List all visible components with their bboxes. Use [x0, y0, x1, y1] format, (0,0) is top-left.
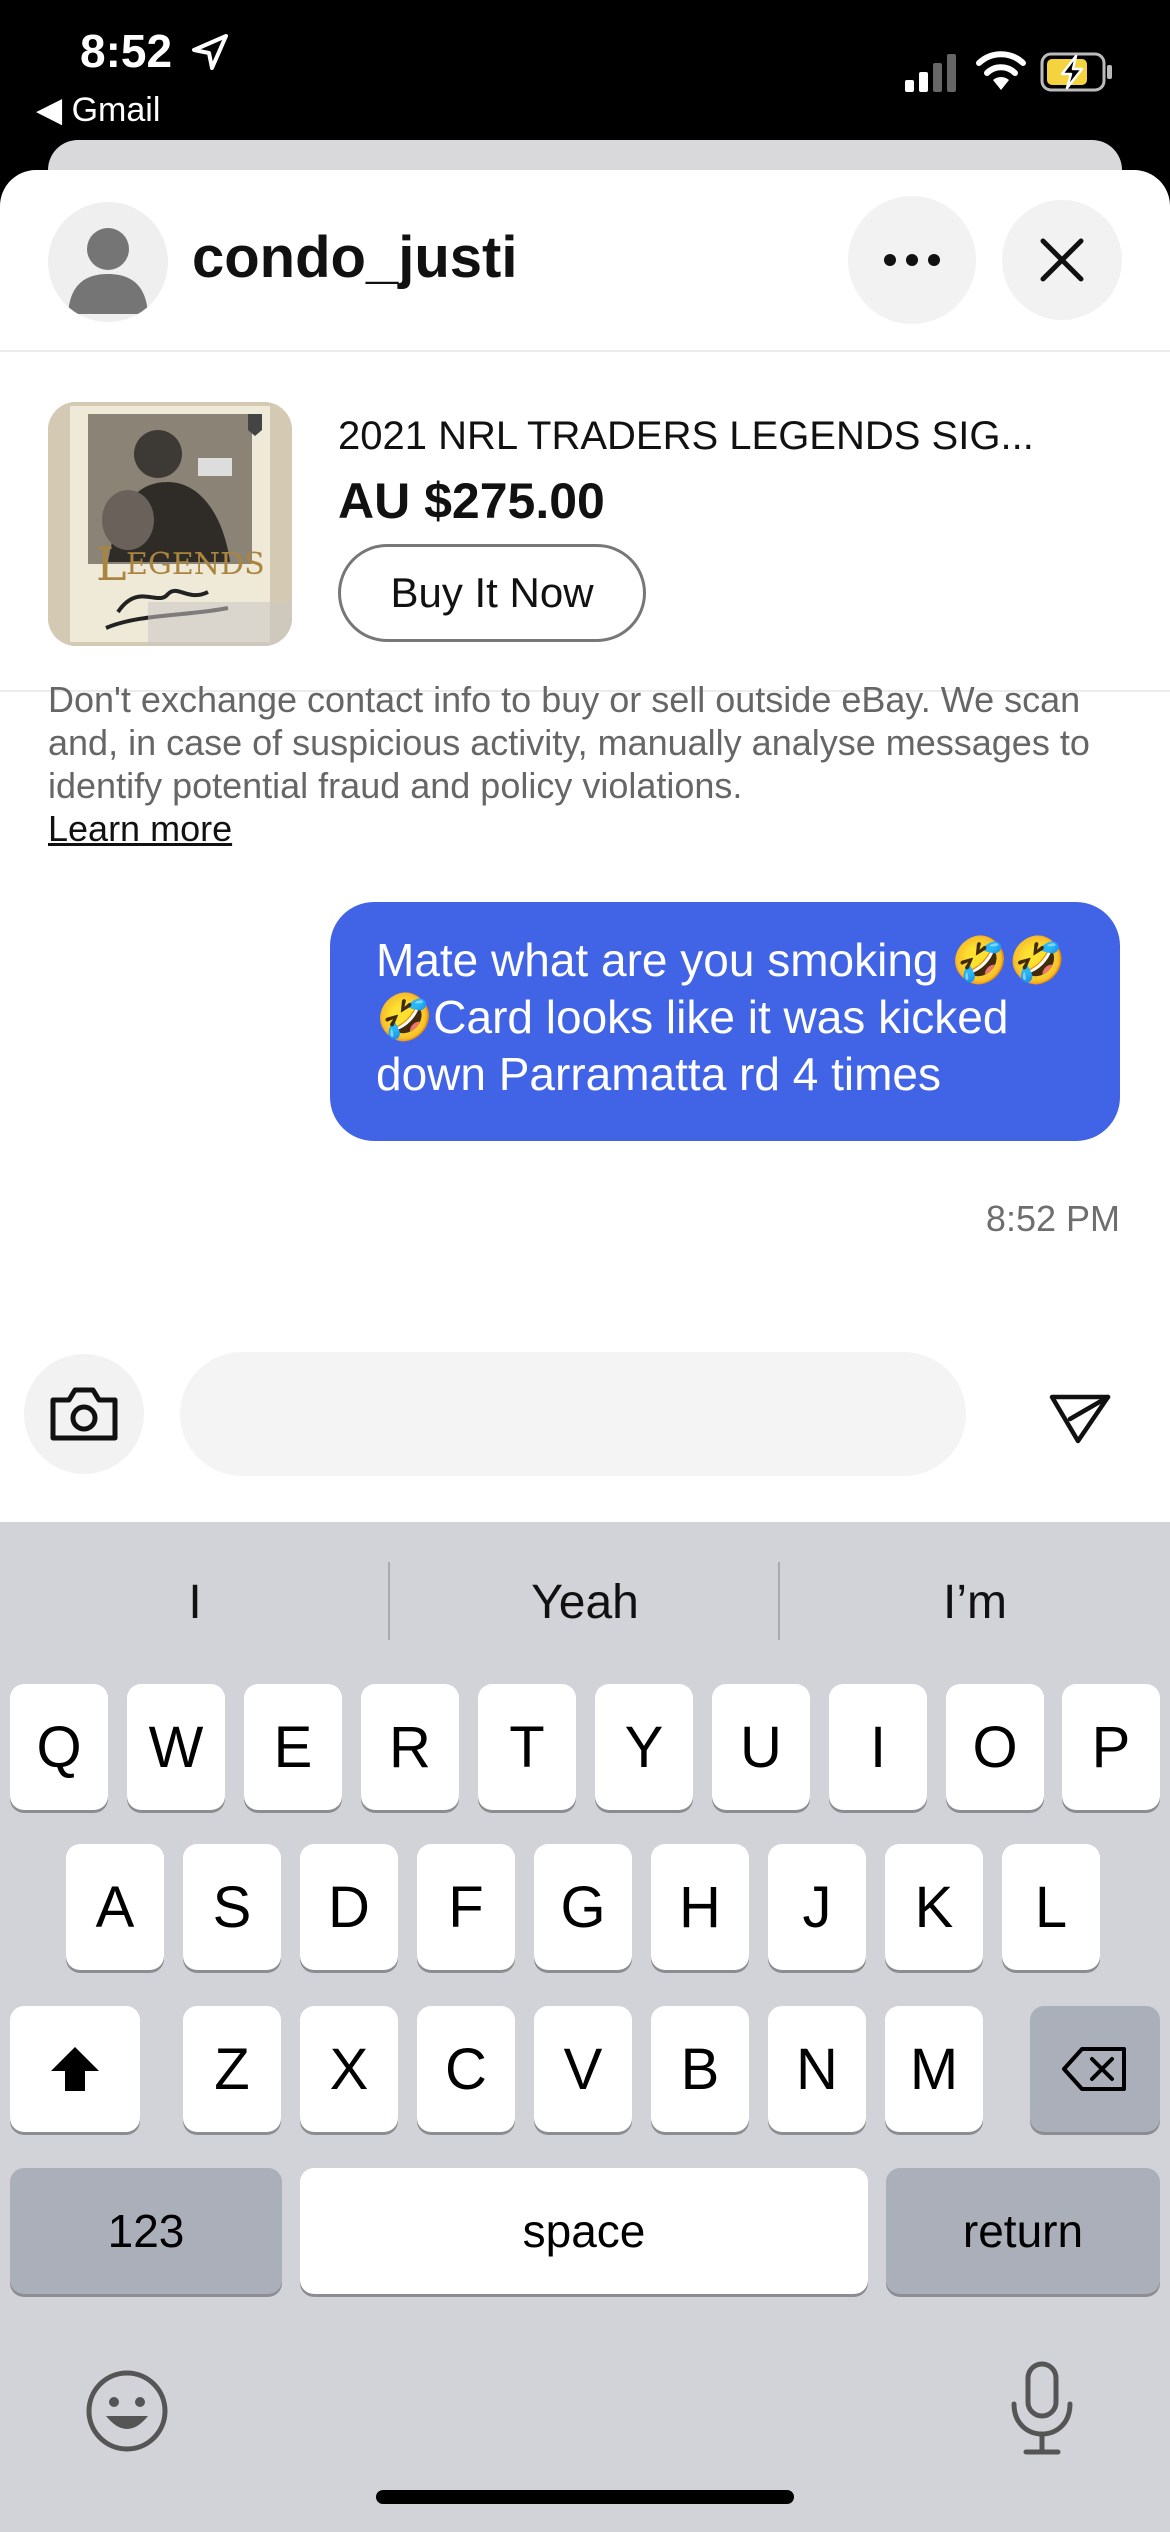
key-p[interactable]: P: [1062, 1684, 1160, 1810]
listing-card[interactable]: L EGENDS 2021 NRL TRADERS LEGENDS SIG...…: [0, 352, 1170, 692]
key-g[interactable]: G: [534, 1844, 632, 1970]
emoji-button[interactable]: [82, 2366, 172, 2456]
learn-more-link[interactable]: Learn more: [48, 807, 232, 850]
safety-notice-text: Don't exchange contact info to buy or se…: [48, 679, 1090, 806]
backspace-key[interactable]: [1030, 2006, 1160, 2132]
message-timestamp: 8:52 PM: [985, 1198, 1120, 1239]
suggestion-1[interactable]: I: [0, 1552, 390, 1652]
key-b[interactable]: B: [651, 2006, 749, 2132]
key-h[interactable]: H: [651, 1844, 749, 1970]
camera-button[interactable]: [24, 1354, 144, 1474]
key-n[interactable]: N: [768, 2006, 866, 2132]
key-w[interactable]: W: [127, 1684, 225, 1810]
key-v[interactable]: V: [534, 2006, 632, 2132]
emoji-icon: [86, 2370, 168, 2452]
key-f[interactable]: F: [417, 1844, 515, 1970]
key-k[interactable]: K: [885, 1844, 983, 1970]
wifi-icon: [976, 51, 1026, 90]
chat-header: condo_justi: [0, 170, 1170, 352]
dictation-button[interactable]: [1000, 2360, 1084, 2456]
key-x[interactable]: X: [300, 2006, 398, 2132]
back-to-gmail-link[interactable]: ◀ Gmail: [36, 90, 160, 130]
key-m[interactable]: M: [885, 2006, 983, 2132]
shift-key[interactable]: [10, 2006, 140, 2132]
message-input[interactable]: [180, 1352, 966, 1476]
more-options-button[interactable]: [848, 196, 976, 324]
key-c[interactable]: C: [417, 2006, 515, 2132]
cellular-signal-icon: [905, 54, 956, 92]
sent-message-bubble[interactable]: Mate what are you smoking 🤣🤣🤣Card looks …: [330, 902, 1120, 1141]
keyboard: I Yeah I’m Q W E R T Y U I O P A S D F G…: [0, 1522, 1170, 2532]
safety-notice: Don't exchange contact info to buy or se…: [48, 678, 1128, 850]
listing-title[interactable]: 2021 NRL TRADERS LEGENDS SIG...: [338, 414, 1034, 459]
close-icon: [1040, 238, 1084, 282]
key-e[interactable]: E: [244, 1684, 342, 1810]
key-d[interactable]: D: [300, 1844, 398, 1970]
svg-text:L: L: [96, 537, 127, 591]
svg-text:EGENDS: EGENDS: [126, 547, 265, 582]
home-indicator[interactable]: [376, 2490, 794, 2504]
key-t[interactable]: T: [478, 1684, 576, 1810]
shift-icon: [51, 2047, 99, 2091]
username[interactable]: condo_justi: [192, 224, 517, 291]
suggestion-3[interactable]: I’m: [780, 1552, 1170, 1652]
location-arrow-icon: [192, 34, 228, 70]
ellipsis-icon: [884, 254, 940, 266]
numbers-key[interactable]: 123: [10, 2168, 282, 2294]
listing-thumbnail[interactable]: L EGENDS: [48, 402, 292, 646]
key-z[interactable]: Z: [183, 2006, 281, 2132]
key-a[interactable]: A: [66, 1844, 164, 1970]
key-j[interactable]: J: [768, 1844, 866, 1970]
close-button[interactable]: [1002, 200, 1122, 320]
return-key[interactable]: return: [886, 2168, 1160, 2294]
buy-it-now-button[interactable]: Buy It Now: [338, 544, 646, 642]
message-sheet: condo_justi L EGENDS 2021 NRL TRADERS LE…: [0, 170, 1170, 1522]
battery-charging-icon: [1040, 52, 1112, 92]
key-q[interactable]: Q: [10, 1684, 108, 1810]
camera-icon: [50, 1387, 118, 1441]
key-l[interactable]: L: [1002, 1844, 1100, 1970]
key-s[interactable]: S: [183, 1844, 281, 1970]
key-y[interactable]: Y: [595, 1684, 693, 1810]
suggestion-2[interactable]: Yeah: [390, 1552, 780, 1652]
user-placeholder-icon: [68, 228, 148, 314]
space-key[interactable]: space: [300, 2168, 868, 2294]
key-u[interactable]: U: [712, 1684, 810, 1810]
send-icon: [1049, 1394, 1111, 1444]
key-r[interactable]: R: [361, 1684, 459, 1810]
trading-card-image: L EGENDS: [48, 402, 292, 646]
send-button[interactable]: [1020, 1358, 1140, 1478]
key-o[interactable]: O: [946, 1684, 1044, 1810]
key-i[interactable]: I: [829, 1684, 927, 1810]
listing-price: AU $275.00: [338, 473, 605, 529]
avatar[interactable]: [48, 202, 168, 322]
backspace-icon: [1062, 2047, 1126, 2091]
status-time: 8:52: [80, 25, 173, 77]
microphone-icon: [1011, 2361, 1073, 2455]
